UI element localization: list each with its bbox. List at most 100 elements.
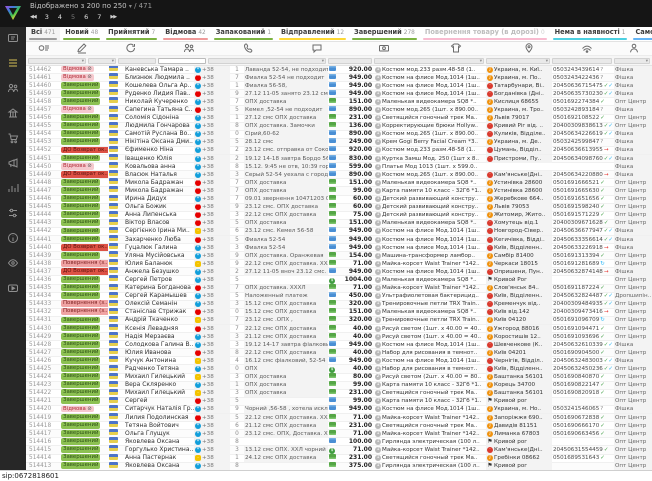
tab-Відправлений[interactable]: Відправлений12 [276,27,349,41]
delivery-address: Чернігів, Віддiл.. [494,357,543,365]
marketing-megaphone-icon[interactable] [5,156,21,170]
phone-prefix: +38 [202,171,214,179]
column-header-status-history-icon[interactable] [26,42,62,55]
tracking-cell: 0501690672838✓ [552,414,614,422]
finance-icon[interactable] [5,106,21,120]
filter-dropdown-6[interactable]: ▾ [374,58,484,64]
phone-prefix: +38 [202,66,214,74]
comment-cell: 16.12 смс фіалковий, 52-54 [244,357,328,365]
reports-chart-icon[interactable] [5,181,21,195]
tab-Всі[interactable]: Всі471 [26,27,60,41]
filter-dropdown-7[interactable]: ▾ [486,58,550,64]
filter-dropdown-9[interactable]: ▾ [614,58,650,64]
client-name: Самотій Руслана Во.. [124,130,194,138]
ukraine-flag-icon [109,114,118,120]
source-cell: Фішка [614,227,652,235]
products-cart-icon[interactable] [5,131,21,145]
calls-count: 6 [230,227,244,235]
page-button-3[interactable]: 3 [45,13,49,21]
tracking-number: 0501691666521 [553,179,599,187]
orders-list-icon[interactable] [5,56,21,70]
comment-cell: Серый 52-54 уехала с города [244,171,328,179]
kyivstar-operator-icon: * [195,83,201,89]
last-page-button[interactable]: ▶▶ [110,14,116,20]
tab-Прийнятий[interactable]: Прийнятий7 [103,27,160,41]
video-tutorials-icon[interactable] [5,281,21,295]
status-cell: Завершений [60,381,108,389]
clients-icon[interactable] [5,81,21,95]
address-cell: ·Татарбунари, Ві.. [486,82,552,90]
tracking-number: 0501691093696 [553,333,599,341]
status-badge: Повернення (з.. [61,308,108,315]
comment-cell: 27.12 11-05 занято 23.12 смс. .. [244,90,328,98]
tab-Повернення товару (в дорозі)[interactable]: Повернення товару (в дорозі)0 [420,27,550,41]
cod-payment-icon [329,462,336,467]
column-header-clients-icon[interactable] [160,42,218,55]
client-name: Людмила Гончарова [124,122,194,130]
column-header-tracking-handset-icon[interactable] [558,42,616,55]
workspace-icon[interactable] [5,31,21,45]
tracking-status-ok-icon: ✓ [600,390,605,396]
filter-dropdown-0[interactable]: ▾ [28,58,86,64]
filter-dropdown-5[interactable] [328,58,372,64]
column-header-edit-icon[interactable] [62,42,102,55]
tab-Новий[interactable]: Новий48 [60,27,103,41]
product-name: Майка-корсет Waist Trainer *142.. [382,260,480,268]
calls-count: 9 [230,405,244,413]
tab-Запакований[interactable]: Запакований1 [211,27,276,41]
column-header-call-refresh-icon[interactable] [102,42,160,55]
column-header-manager-person-icon[interactable] [616,42,652,55]
range-dropdown-caret[interactable]: ▾ [129,3,132,10]
page-button-6[interactable]: 6 [84,13,88,21]
status-cell: Відмова ⊘ [60,163,108,171]
monitoring-eye-icon[interactable] [5,256,21,270]
page-button-5[interactable]: 5 [71,13,75,21]
source-cell: Опт Центр [614,389,652,397]
column-header-address-pin-icon[interactable] [500,42,558,55]
tab-Відмова[interactable]: Відмова42 [160,27,211,41]
info-icon[interactable] [5,231,21,245]
tab-Завершений[interactable]: Завершений278 [349,27,420,41]
filter-dropdown-1[interactable]: ▾ [88,58,116,64]
ukraine-flag-icon [109,259,118,265]
filter-dropdown-8[interactable] [552,58,612,64]
first-page-button[interactable]: ◀◀ [30,14,36,20]
order-total: 1004.00 [340,276,374,284]
product-name: Рисуй светом (2шт. x 40.00 = 80.. [382,373,481,381]
payment-cell: $ [328,365,340,373]
address-cell: ·Київ, Відділенн.. [486,244,552,252]
calls-count: 3 [230,211,244,219]
tab-Самовивіз[interactable]: Самовивіз2 [630,27,652,41]
column-header-product-shirt-icon[interactable] [412,42,500,55]
page-button-7[interactable]: 7 [97,13,101,21]
order-id: 514435 [26,284,60,292]
vodafone-operator-icon: ˚ [195,107,201,113]
call-refresh-icon [125,39,137,58]
filter-search-input[interactable] [158,58,206,64]
status-badge: ДО Возврат ок.. [61,244,108,251]
status-badge: Відмова ⊘ [61,163,94,170]
ukraine-flag-icon [109,211,118,217]
status-cell: Завершений [60,341,108,349]
filter-dropdown-2[interactable] [118,58,156,64]
settings-sliders-icon[interactable] [5,206,21,220]
tab-Нема в наявності[interactable]: Нема в наявності1 [550,27,631,41]
order-total: 80.00 [340,373,374,381]
filter-dropdown-4[interactable]: ▾ [208,58,326,64]
page-button-4[interactable]: 4 [58,13,62,21]
lifecell-operator-icon: · [195,358,201,364]
client-name: Анжела Безушко [124,268,194,276]
calls-count: 6 [230,422,244,430]
tracking-status-question-icon: ? [600,67,603,73]
phone-cell: *+38 [194,82,230,90]
order-id: 514437 [26,268,60,276]
payment-cell [328,316,340,324]
product-name: Костюм мод.265 (1шт. x 890.00.. [382,130,478,138]
cod-payment-icon [329,187,336,192]
column-header-payment-money-icon[interactable] [356,42,412,55]
app-logo-icon[interactable] [3,3,23,23]
column-header-comment-bubble-icon[interactable] [278,42,356,55]
cash-payment-icon: $ [329,448,335,454]
column-header-phone-icon[interactable] [218,42,278,55]
ukraine-flag-icon [109,356,118,362]
